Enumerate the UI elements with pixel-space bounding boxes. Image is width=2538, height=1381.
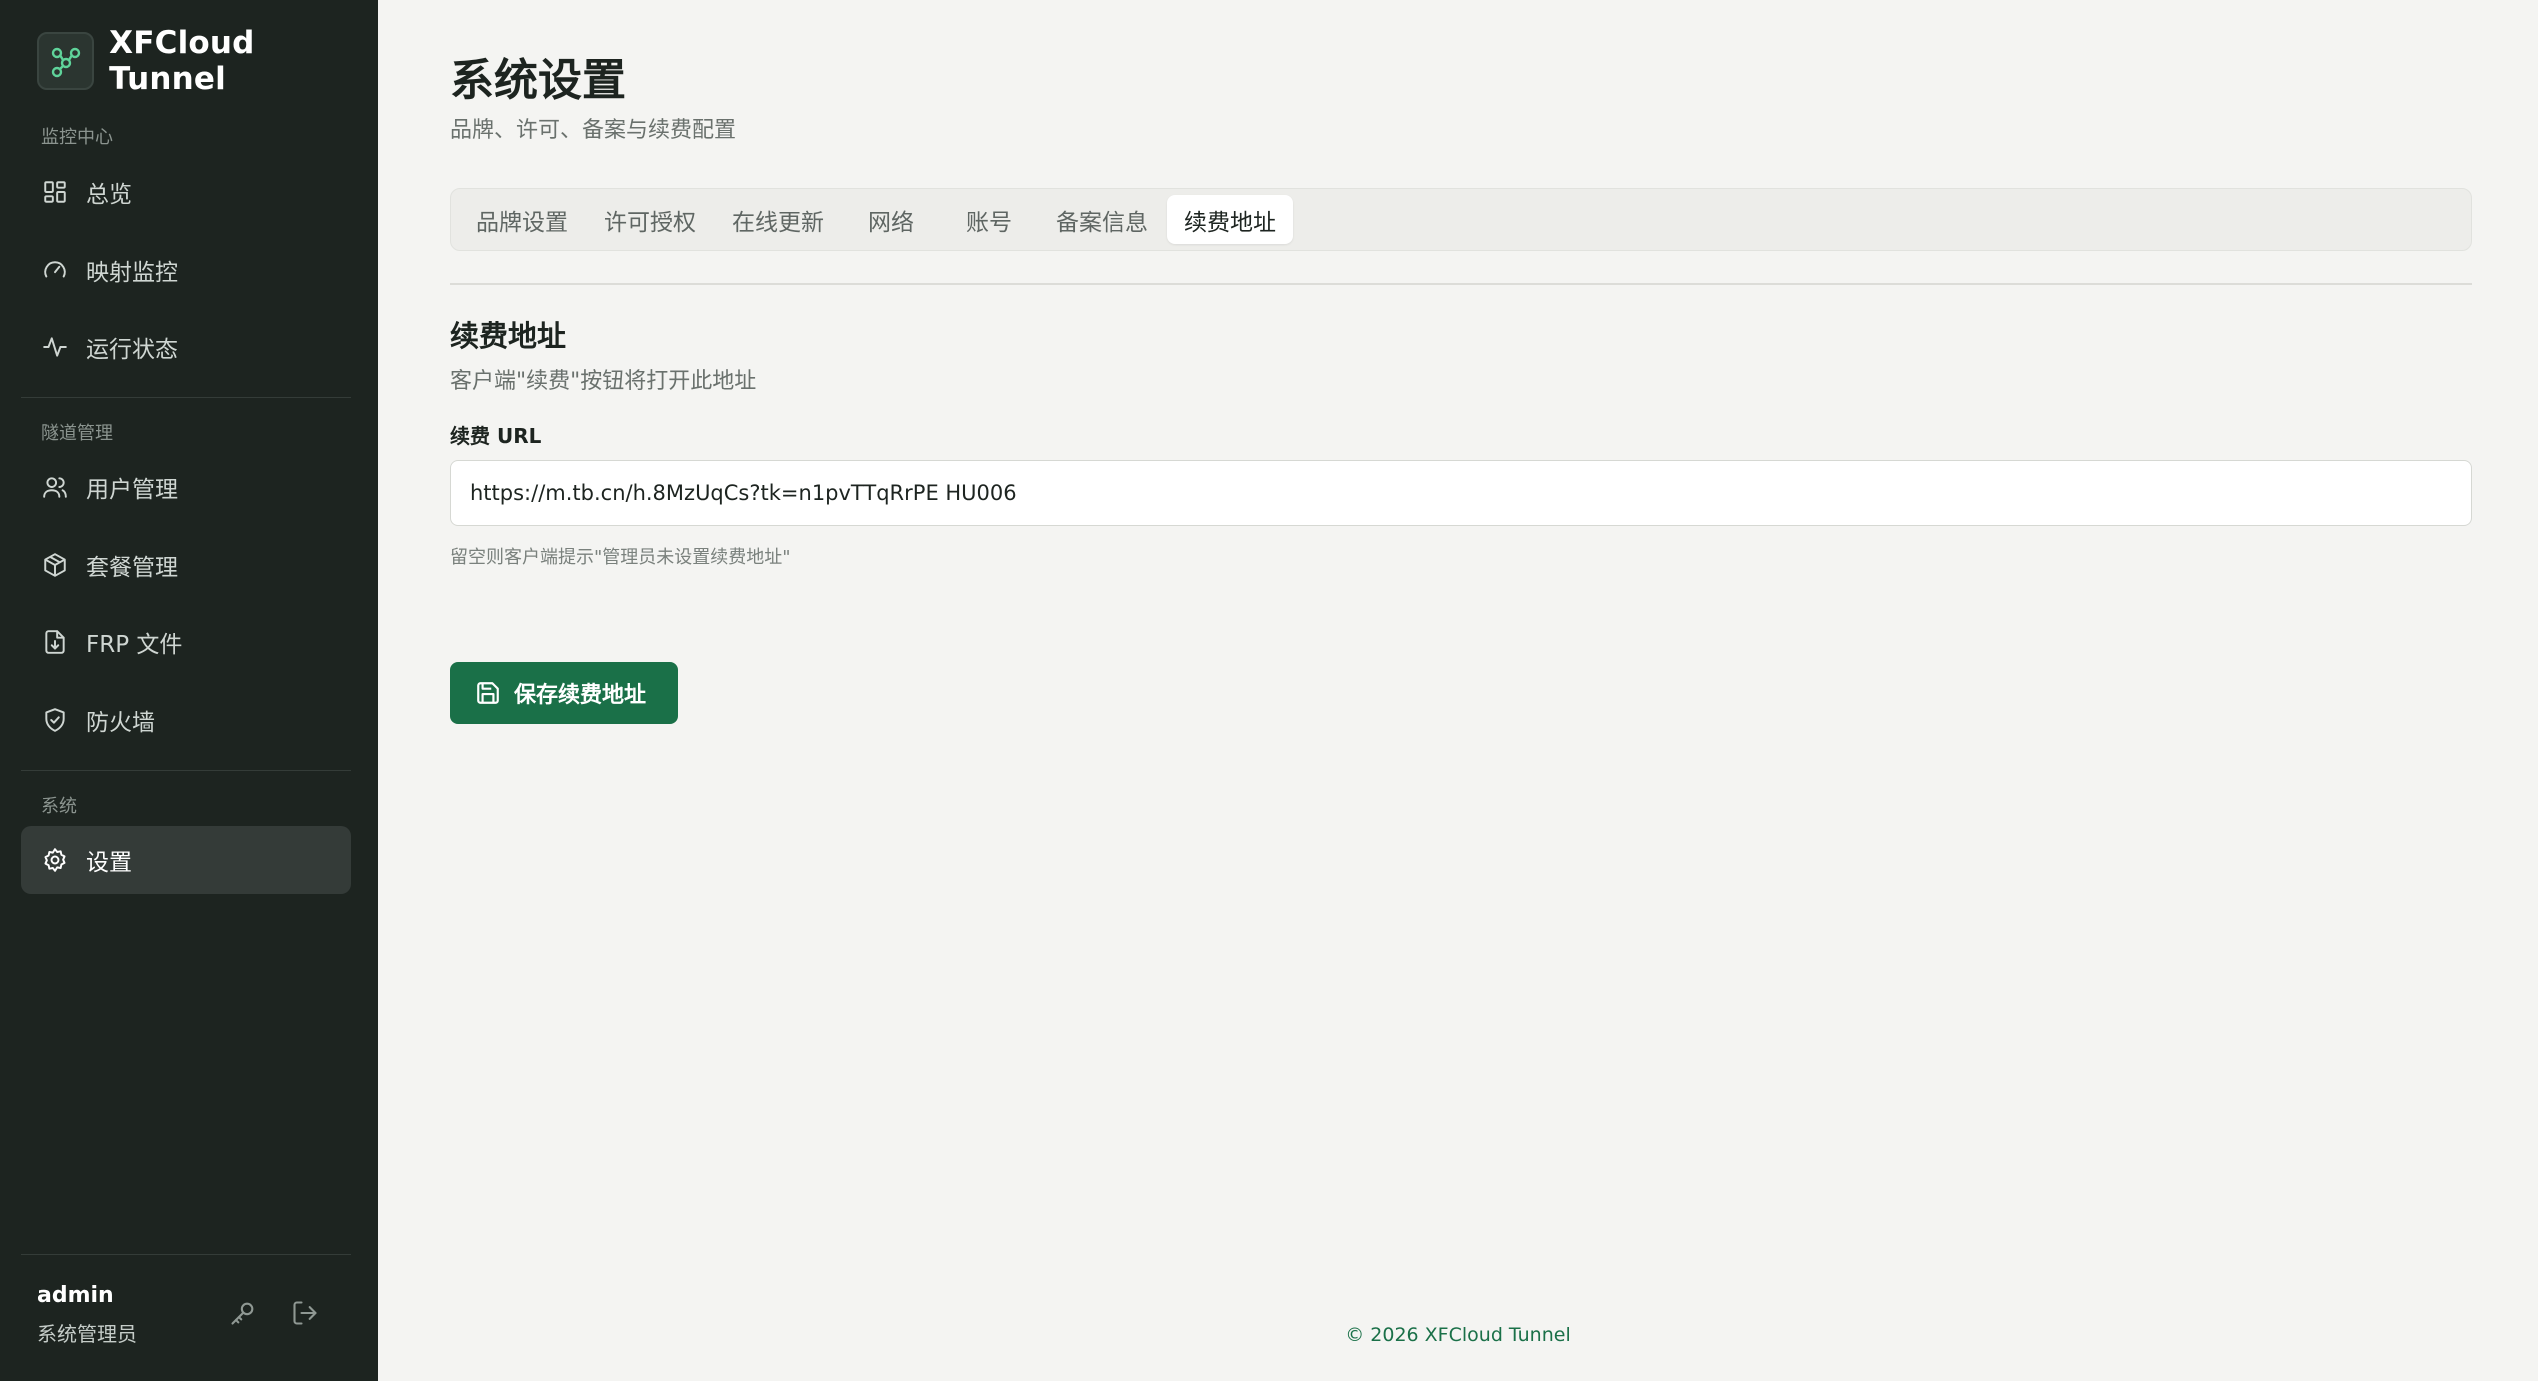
user-profile: admin 系统管理员 — [37, 1283, 137, 1347]
sidebar-item-label: 用户管理 — [86, 477, 178, 503]
tab-filing-info[interactable]: 备案信息 — [1039, 195, 1165, 244]
activity-icon — [40, 332, 70, 362]
sidebar-item-firewall[interactable]: 防火墙 — [21, 686, 351, 754]
renewal-url-hint: 留空则客户端提示"管理员未设置续费地址" — [450, 547, 791, 568]
user-role: 系统管理员 — [37, 1322, 137, 1346]
key-icon — [229, 1299, 257, 1331]
gauge-icon — [40, 255, 70, 285]
change-password-button[interactable] — [226, 1298, 260, 1332]
package-icon — [40, 550, 70, 580]
users-icon — [40, 472, 70, 502]
sidebar-item-mapping-monitor[interactable]: 映射监控 — [21, 236, 351, 304]
sidebar-item-run-status[interactable]: 运行状态 — [21, 313, 351, 381]
nav-section-title-system: 系统 — [41, 796, 77, 817]
app-name: XFCloud Tunnel — [109, 25, 255, 97]
app-root: XFCloud Tunnel 监控中心 总览 映射监控 运行状态 隧道管理 用户… — [0, 0, 2538, 1381]
nav-section-title-tunnel: 隧道管理 — [41, 423, 113, 444]
sidebar-item-label: 运行状态 — [86, 337, 178, 363]
tab-account[interactable]: 账号 — [941, 195, 1037, 244]
sidebar-item-label: 套餐管理 — [86, 555, 178, 581]
save-renewal-url-button[interactable]: 保存续费地址 — [450, 662, 678, 724]
divider — [450, 283, 2472, 285]
renewal-url-input[interactable] — [450, 460, 2472, 526]
page-title: 系统设置 — [450, 55, 626, 106]
save-button-label: 保存续费地址 — [514, 683, 647, 708]
logo-icon — [37, 32, 95, 90]
sidebar-item-label: 设置 — [86, 850, 132, 876]
file-download-icon — [40, 627, 70, 657]
sidebar-item-package-management[interactable]: 套餐管理 — [21, 531, 351, 599]
section-description: 客户端"续费"按钮将打开此地址 — [450, 369, 757, 394]
sidebar-divider — [21, 770, 351, 771]
tab-network[interactable]: 网络 — [843, 195, 939, 244]
sidebar: XFCloud Tunnel 监控中心 总览 映射监控 运行状态 隧道管理 用户… — [0, 0, 378, 1381]
sidebar-item-user-management[interactable]: 用户管理 — [21, 453, 351, 521]
tab-license[interactable]: 许可授权 — [587, 195, 713, 244]
sidebar-item-overview[interactable]: 总览 — [21, 158, 351, 226]
dashboard-icon — [40, 177, 70, 207]
user-name: admin — [37, 1283, 114, 1308]
save-icon — [474, 679, 502, 707]
sidebar-divider — [21, 397, 351, 398]
footer-copyright: © 2026 XFCloud Tunnel — [1345, 1324, 1571, 1346]
sidebar-item-label: 防火墙 — [86, 710, 155, 736]
tab-brand[interactable]: 品牌设置 — [459, 195, 585, 244]
page-subtitle: 品牌、许可、备案与续费配置 — [450, 118, 737, 143]
sidebar-item-frp-files[interactable]: FRP 文件 — [21, 608, 351, 676]
main-content: 系统设置 品牌、许可、备案与续费配置 品牌设置 许可授权 在线更新 网络 账号 … — [378, 0, 2538, 1381]
sidebar-item-label: 映射监控 — [86, 260, 178, 286]
section-title: 续费地址 — [450, 319, 567, 353]
sidebar-divider — [21, 1254, 351, 1255]
tab-renewal-url[interactable]: 续费地址 — [1167, 195, 1293, 244]
tab-online-update[interactable]: 在线更新 — [715, 195, 841, 244]
settings-icon — [40, 845, 70, 875]
brand[interactable]: XFCloud Tunnel — [37, 25, 378, 97]
settings-tabs: 品牌设置 许可授权 在线更新 网络 账号 备案信息 续费地址 — [450, 188, 2472, 251]
logout-icon — [291, 1299, 319, 1331]
sidebar-item-label: FRP 文件 — [86, 632, 183, 658]
shield-check-icon — [40, 705, 70, 735]
nav-section-title-monitor: 监控中心 — [41, 127, 113, 148]
sidebar-item-settings[interactable]: 设置 — [21, 826, 351, 894]
logout-button[interactable] — [288, 1298, 322, 1332]
sidebar-item-label: 总览 — [86, 182, 132, 208]
renewal-url-label: 续费 URL — [450, 424, 542, 448]
